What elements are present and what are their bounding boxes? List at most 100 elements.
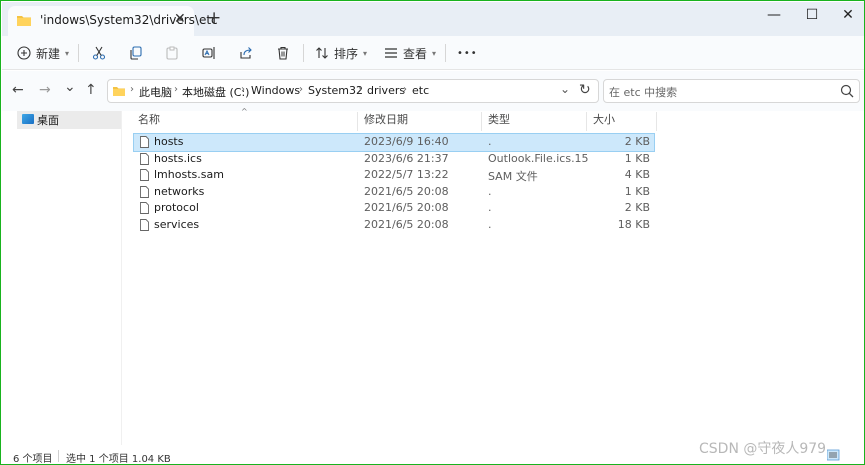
file-type: . (488, 135, 492, 148)
new-button[interactable]: 新建 ▾ (17, 44, 69, 62)
toolbar-divider (303, 44, 304, 62)
file-row[interactable]: services 2021/6/5 20:08 . 18 KB (134, 217, 654, 234)
file-icon (140, 202, 149, 214)
address-dropdown-icon[interactable]: ⌄ (560, 82, 570, 96)
close-window-button[interactable]: ✕ (828, 4, 865, 28)
sort-icon (316, 47, 328, 59)
chevron-down-icon: ▾ (432, 48, 437, 58)
sort-label: 排序 (334, 46, 359, 61)
breadcrumb-local-disk[interactable]: 本地磁盘 (C:) (182, 84, 249, 100)
explorer-window: 'indows\System32\drivers\etc ✕ + — ☐ ✕ 新… (0, 0, 865, 465)
file-date: 2023/6/9 16:40 (364, 135, 449, 148)
minimize-button[interactable]: — (754, 4, 794, 28)
address-bar[interactable]: › 此电脑 › 本地磁盘 (C:) › Windows › System32 ›… (107, 79, 599, 103)
desktop-icon (22, 114, 34, 124)
search-box[interactable]: 在 etc 中搜索 (603, 79, 860, 103)
more-options-button[interactable]: ••• (457, 44, 478, 62)
watermark-text: CSDN @守夜人979 (699, 441, 827, 457)
breadcrumb-separator: › (299, 84, 303, 95)
details-view-icon[interactable] (827, 449, 861, 461)
chevron-down-icon: ▾ (363, 48, 368, 58)
title-bar: 'indows\System32\drivers\etc ✕ + — ☐ ✕ (2, 2, 864, 36)
file-name: services (154, 217, 200, 231)
file-icon (140, 218, 149, 231)
command-bar: 新建 ▾ 排序 ▾ 查看 ▾ ••• (2, 36, 864, 70)
file-size: 4 KB (624, 168, 650, 181)
nav-item-desktop[interactable]: 桌面 (17, 111, 121, 129)
breadcrumb-etc[interactable]: etc (412, 84, 429, 97)
paste-button[interactable] (165, 44, 179, 62)
file-date: 2021/6/5 20:08 (364, 201, 449, 214)
column-header-date[interactable]: 修改日期 (358, 112, 482, 131)
maximize-button[interactable]: ☐ (792, 4, 832, 28)
file-name: hosts (154, 135, 184, 148)
back-button[interactable]: ← (12, 82, 24, 98)
new-tab-button[interactable]: + (207, 8, 221, 28)
search-placeholder: 在 etc 中搜索 (609, 86, 678, 99)
view-button[interactable]: 查看 ▾ (384, 44, 436, 62)
file-date: 2021/6/5 20:08 (364, 217, 449, 231)
file-name: lmhosts.sam (154, 168, 224, 181)
share-button[interactable] (239, 44, 253, 62)
breadcrumb-separator: › (358, 84, 362, 95)
file-icon (140, 152, 149, 165)
plus-circle-icon (17, 46, 31, 60)
cut-button[interactable] (92, 44, 106, 62)
breadcrumb-drivers[interactable]: drivers (367, 84, 405, 97)
file-name: networks (154, 184, 205, 198)
column-header-name[interactable]: 名称 (132, 112, 358, 131)
file-type: . (488, 184, 492, 198)
tab-etc[interactable]: 'indows\System32\drivers\etc ✕ (8, 6, 218, 36)
refresh-button[interactable]: ↻ (579, 82, 591, 98)
share-icon (240, 47, 252, 59)
clipboard-icon (166, 46, 178, 60)
file-row[interactable]: hosts.ics 2023/6/6 21:37 Outlook.File.ic… (134, 151, 654, 168)
file-icon (140, 136, 149, 148)
tab-title: 'indows\System32\drivers\etc (40, 13, 218, 27)
breadcrumb-this-pc[interactable]: 此电脑 (139, 84, 172, 100)
file-list: hosts 2023/6/9 16:40 . 2 KB hosts.ics 20… (133, 133, 655, 234)
file-row[interactable]: hosts 2023/6/9 16:40 . 2 KB (133, 133, 655, 152)
file-type: Outlook.File.ics.15 (488, 151, 589, 165)
breadcrumb-windows[interactable]: Windows (251, 84, 300, 97)
sort-button[interactable]: 排序 ▾ (315, 44, 367, 62)
file-type: . (488, 217, 492, 231)
copy-button[interactable] (129, 44, 143, 62)
file-size: 2 KB (624, 201, 650, 214)
column-header-size[interactable]: 大小 (587, 112, 657, 131)
toolbar-divider (445, 44, 446, 62)
rename-icon (202, 47, 215, 59)
forward-button[interactable]: → (39, 82, 51, 98)
chevron-down-icon: ▾ (65, 48, 70, 58)
column-header-type[interactable]: 类型 (482, 112, 587, 131)
file-name: protocol (154, 201, 199, 214)
file-type: . (488, 201, 492, 214)
folder-icon (113, 87, 125, 96)
status-divider (58, 450, 59, 462)
search-icon (840, 84, 854, 98)
tab-close-icon[interactable]: ✕ (174, 11, 186, 27)
file-icon (140, 169, 149, 181)
recent-locations-button[interactable]: ⌄ (64, 79, 76, 95)
file-size: 1 KB (624, 151, 650, 165)
column-headers: 名称 修改日期 类型 大小 (132, 112, 658, 131)
file-size: 18 KB (617, 217, 650, 231)
breadcrumb-separator: › (241, 84, 245, 95)
file-date: 2023/6/6 21:37 (364, 151, 449, 165)
breadcrumb-separator: › (130, 84, 134, 95)
copy-icon (130, 46, 142, 60)
file-size: 2 KB (624, 135, 650, 148)
file-row[interactable]: networks 2021/6/5 20:08 . 1 KB (134, 184, 654, 201)
file-icon (140, 185, 149, 198)
up-button[interactable]: ↑ (85, 82, 97, 98)
view-label: 查看 (403, 46, 428, 61)
scissors-icon (92, 46, 106, 60)
file-row[interactable]: protocol 2021/6/5 20:08 . 2 KB (134, 200, 654, 217)
breadcrumb-system32[interactable]: System32 (308, 84, 363, 97)
trash-icon (278, 46, 288, 60)
file-date: 2022/5/7 13:22 (364, 168, 449, 181)
delete-button[interactable] (276, 44, 290, 62)
breadcrumb-separator: › (174, 84, 178, 95)
rename-button[interactable] (202, 44, 216, 62)
file-row[interactable]: lmhosts.sam 2022/5/7 13:22 SAM 文件 4 KB (134, 167, 654, 184)
